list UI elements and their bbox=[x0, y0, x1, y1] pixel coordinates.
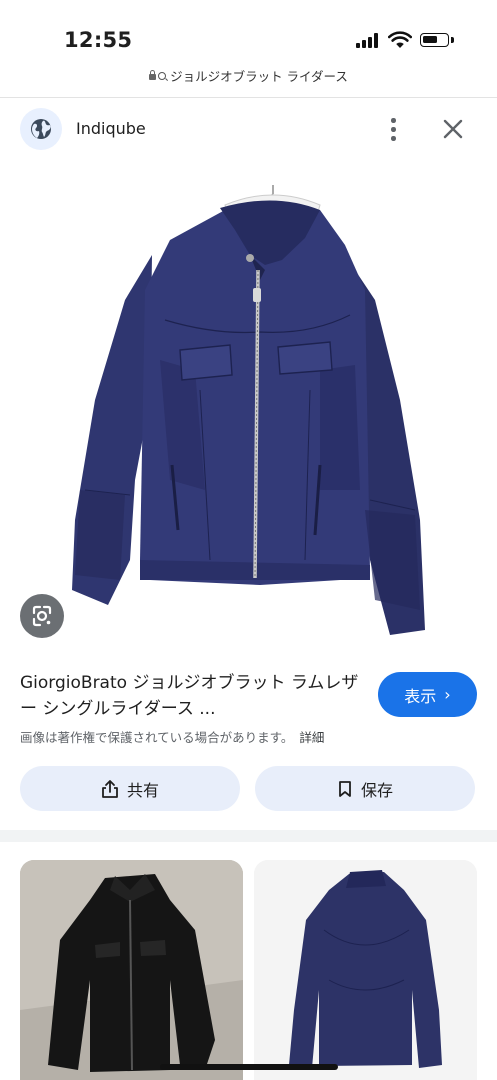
home-indicator[interactable] bbox=[160, 1064, 338, 1070]
battery-icon bbox=[420, 33, 449, 47]
google-lens-button[interactable] bbox=[20, 594, 64, 638]
battery-level bbox=[423, 36, 437, 43]
share-label: 共有 bbox=[126, 780, 159, 800]
save-label: 保存 bbox=[360, 780, 393, 800]
cellular-signal-icon bbox=[356, 32, 382, 48]
share-icon bbox=[102, 779, 118, 798]
section-divider bbox=[0, 830, 497, 842]
lock-icon bbox=[149, 70, 157, 80]
copyright-note: 画像は著作権で保護されている場合があります。 詳細 bbox=[20, 727, 324, 746]
battery-cap bbox=[451, 37, 454, 43]
close-icon[interactable] bbox=[438, 114, 468, 144]
chevron-right-icon: › bbox=[444, 685, 451, 704]
details-link[interactable]: 詳細 bbox=[299, 730, 324, 745]
main-result-image[interactable]: co.styles bbox=[20, 160, 477, 650]
save-button[interactable]: 保存 bbox=[255, 766, 475, 811]
divider bbox=[0, 97, 497, 98]
share-button[interactable]: 共有 bbox=[20, 766, 240, 811]
related-image-2[interactable] bbox=[254, 860, 477, 1080]
result-title[interactable]: GiorgioBrato ジョルジオブラット ラムレザー シングルライダース .… bbox=[20, 670, 360, 722]
site-favicon bbox=[20, 108, 62, 150]
more-vert-icon bbox=[391, 118, 396, 123]
related-image-1[interactable] bbox=[20, 860, 243, 1080]
jacket-thumbnail bbox=[20, 860, 243, 1080]
url-bar[interactable]: ジョルジオブラット ライダース bbox=[0, 66, 497, 92]
result-header: Indiqube bbox=[0, 100, 497, 160]
status-bar: 12:55 bbox=[0, 0, 497, 70]
site-name[interactable]: Indiqube bbox=[76, 119, 146, 138]
jacket-back-thumbnail bbox=[254, 860, 477, 1080]
url-query: ジョルジオブラット ライダース bbox=[170, 69, 348, 84]
lens-icon bbox=[32, 605, 52, 627]
copyright-text: 画像は著作権で保護されている場合があります。 bbox=[20, 730, 294, 745]
visit-button[interactable]: 表示 › bbox=[378, 672, 477, 717]
more-options-button[interactable] bbox=[381, 114, 405, 144]
visit-label: 表示 bbox=[404, 686, 437, 706]
bookmark-icon bbox=[339, 780, 351, 797]
globe-icon bbox=[31, 119, 51, 139]
search-icon bbox=[158, 72, 167, 80]
status-time: 12:55 bbox=[64, 28, 133, 52]
wifi-icon bbox=[388, 31, 412, 48]
